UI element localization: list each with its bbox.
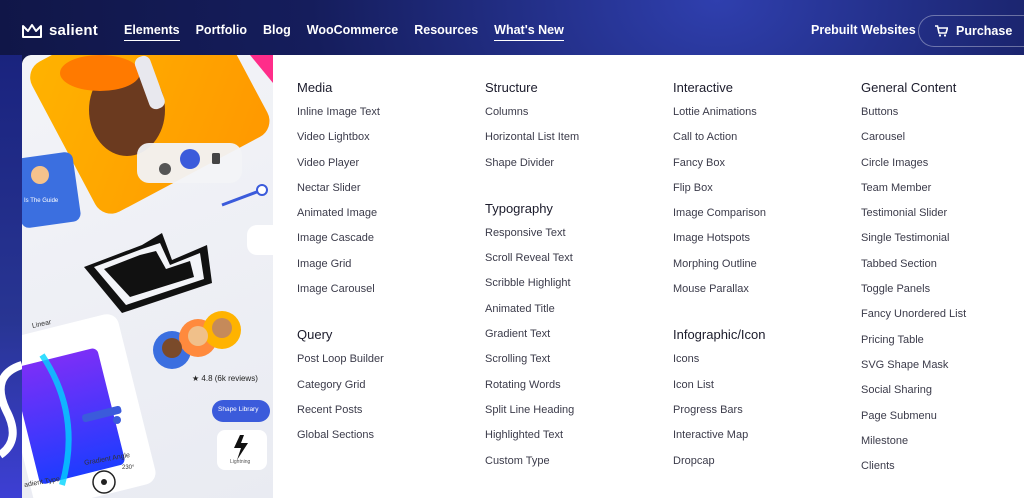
menu-link[interactable]: SVG Shape Mask (861, 358, 1024, 383)
menu-group-title: Infographic/Icon (673, 327, 766, 343)
angle-value: 230° (122, 465, 135, 471)
menu-link[interactable]: Carousel (861, 130, 1024, 155)
menu-link[interactable]: Morphing Outline (673, 257, 861, 282)
menu-link[interactable]: Toggle Panels (861, 282, 1024, 307)
card-caption: Is The Guide (24, 198, 59, 204)
menu-group-title: Interactive (673, 80, 733, 95)
menu-link[interactable]: Highlighted Text (485, 428, 673, 453)
menu-link[interactable]: Gradient Text (485, 327, 673, 352)
lightning-label: Lightning (230, 459, 251, 465)
menu-link[interactable]: Image Carousel (297, 282, 485, 307)
menu-group: General Content Buttons Carousel Circle Ima… (861, 80, 1024, 484)
menu-link[interactable]: Lottie Animations (673, 105, 861, 130)
crown-icon (22, 23, 42, 38)
menu-link[interactable]: Global Sections (297, 428, 485, 453)
menu-link[interactable]: Icon List (673, 378, 861, 403)
menu-link[interactable]: Video Lightbox (297, 130, 485, 155)
menu-link[interactable]: Interactive Map (673, 428, 861, 453)
menu-column: Interactive Lottie Animations Call to Acti… (673, 80, 861, 484)
decorative-letter-shape (0, 361, 24, 459)
rating-text: ★ 4.8 (6k reviews) (192, 374, 258, 383)
menu-group: Media Inline Image Text Video Lightbox Vide… (297, 80, 485, 307)
menu-group: Query Post Loop Builder Category Grid Recen… (297, 327, 485, 453)
menu-link[interactable]: Fancy Unordered List (861, 307, 1024, 332)
menu-link[interactable]: Dropcap (673, 454, 861, 479)
menu-link[interactable]: Mouse Parallax (673, 282, 861, 307)
background-strip (0, 55, 24, 498)
prebuilt-websites-link[interactable]: Prebuilt Websites (811, 23, 916, 37)
menu-link[interactable]: Video Player (297, 156, 485, 181)
nav-item-what-s-new[interactable]: What's New (494, 23, 564, 41)
menu-link[interactable]: Image Comparison (673, 206, 861, 231)
menu-link[interactable]: Post Loop Builder (297, 352, 485, 377)
menu-group-title: Media (297, 80, 333, 95)
menu-link[interactable]: Animated Image (297, 206, 485, 231)
menu-group-title: Typography (485, 200, 553, 216)
menu-group-title: General Content (861, 80, 957, 95)
menu-link[interactable]: Image Grid (297, 257, 485, 282)
nav-item-elements[interactable]: Elements (124, 23, 180, 41)
menu-link[interactable]: Clients (861, 459, 1024, 484)
menu-group: Infographic/Icon Icons Icon List Progress B… (673, 327, 861, 478)
menu-link[interactable]: Page Submenu (861, 409, 1024, 434)
menu-link[interactable]: Horizontal List Item (485, 130, 673, 155)
brand-logo[interactable]: salient (22, 22, 98, 39)
menu-link[interactable]: Circle Images (861, 156, 1024, 181)
menu-link[interactable]: Testimonial Slider (861, 206, 1024, 231)
menu-link[interactable]: Split Line Heading (485, 403, 673, 428)
cart-icon (935, 25, 948, 37)
menu-link[interactable]: Pricing Table (861, 333, 1024, 358)
menu-link[interactable]: Progress Bars (673, 403, 861, 428)
menu-column: Media Inline Image Text Video Lightbox Vide… (297, 80, 485, 484)
purchase-button[interactable]: Purchase (918, 15, 1024, 47)
menu-columns: Media Inline Image Text Video Lightbox Vide… (297, 80, 1024, 484)
menu-link[interactable]: Image Cascade (297, 231, 485, 256)
mega-menu-panel: Linear Is The Guide ★ 4.8 (6k reviews) a… (22, 55, 1024, 498)
menu-link[interactable]: Scroll Reveal Text (485, 251, 673, 276)
nav-item-woocommerce[interactable]: WooCommerce (307, 23, 398, 41)
nav-item-portfolio[interactable]: Portfolio (196, 23, 247, 41)
menu-link[interactable]: Nectar Slider (297, 181, 485, 206)
menu-group-title: Query (297, 327, 333, 343)
menu-link[interactable]: Category Grid (297, 378, 485, 403)
menu-link[interactable]: Recent Posts (297, 403, 485, 428)
shape-library-label: Shape Library (218, 406, 259, 413)
menu-link[interactable]: Fancy Box (673, 156, 861, 181)
menu-link[interactable]: Columns (485, 105, 673, 130)
menu-link[interactable]: Single Testimonial (861, 231, 1024, 256)
menu-group: Typography Responsive Text Scroll Reveal T… (485, 201, 673, 479)
main-nav: Elements Portfolio Blog WooCommerce Resource… (124, 23, 564, 41)
menu-group-title: Structure (485, 80, 538, 95)
menu-link[interactable]: Shape Divider (485, 156, 673, 181)
menu-link[interactable]: Custom Type (485, 454, 673, 479)
nav-item-resources[interactable]: Resources (414, 23, 478, 41)
menu-column: General Content Buttons Carousel Circle Ima… (861, 80, 1024, 484)
menu-link[interactable]: Scribble Highlight (485, 276, 673, 301)
brand-name: salient (49, 22, 98, 39)
top-navigation: salient Elements Portfolio Blog WooCommerce… (0, 0, 1024, 62)
menu-link[interactable]: Animated Title (485, 302, 673, 327)
menu-link[interactable]: Responsive Text (485, 226, 673, 251)
menu-link[interactable]: Scrolling Text (485, 352, 673, 377)
menu-column: Structure Columns Horizontal List Item Shap… (485, 80, 673, 484)
menu-link[interactable]: Tabbed Section (861, 257, 1024, 282)
menu-link[interactable]: Rotating Words (485, 378, 673, 403)
menu-link[interactable]: Team Member (861, 181, 1024, 206)
menu-link[interactable]: Flip Box (673, 181, 861, 206)
menu-group: Interactive Lottie Animations Call to Acti… (673, 80, 861, 307)
menu-link[interactable]: Image Hotspots (673, 231, 861, 256)
menu-link[interactable]: Call to Action (673, 130, 861, 155)
menu-link[interactable]: Icons (673, 352, 861, 377)
menu-link[interactable]: Inline Image Text (297, 105, 485, 130)
promo-artwork: Linear Is The Guide ★ 4.8 (6k reviews) a… (22, 55, 273, 498)
menu-link[interactable]: Social Sharing (861, 383, 1024, 408)
menu-group: Structure Columns Horizontal List Item Shap… (485, 80, 673, 181)
menu-link[interactable]: Buttons (861, 105, 1024, 130)
menu-link[interactable]: Milestone (861, 434, 1024, 459)
artwork-illustration (22, 55, 273, 498)
nav-item-blog[interactable]: Blog (263, 23, 291, 41)
purchase-label: Purchase (956, 24, 1013, 38)
